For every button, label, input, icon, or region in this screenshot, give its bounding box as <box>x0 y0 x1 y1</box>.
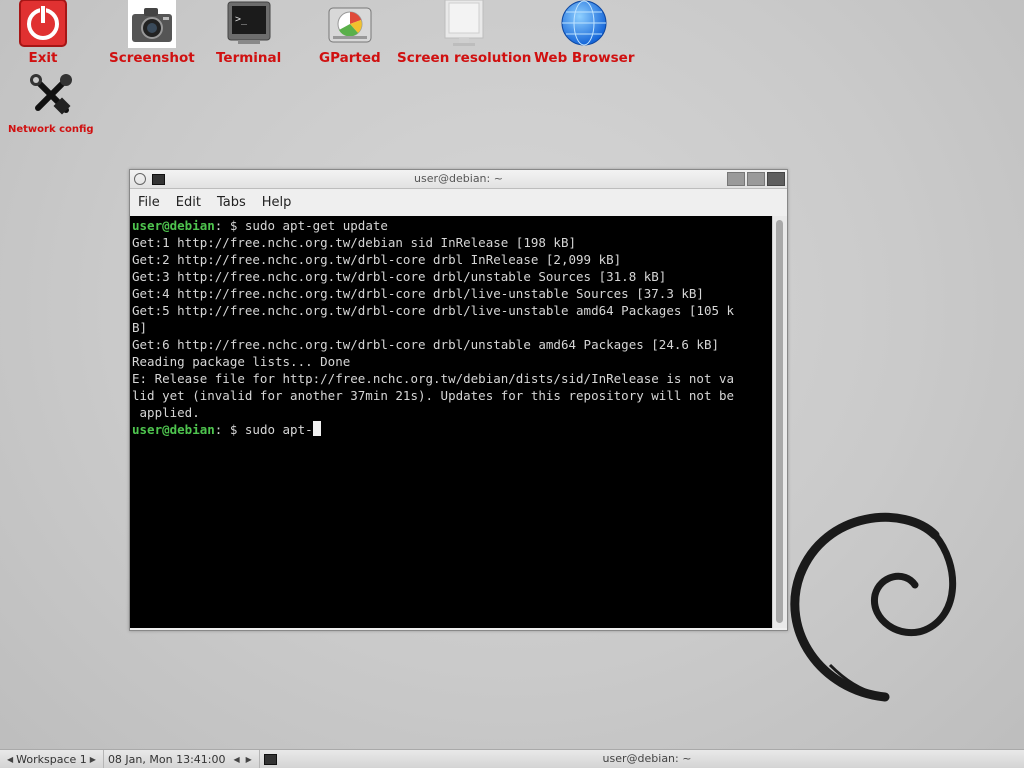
svg-text:>_: >_ <box>235 14 248 25</box>
camera-icon <box>127 0 176 48</box>
arrow-right-icon[interactable]: ▶ <box>246 755 252 764</box>
desktop-icon-label: Terminal <box>216 50 282 66</box>
debian-swirl-logo <box>785 505 965 705</box>
desktop-icon-label: Screen resolution <box>397 50 532 66</box>
output-line: applied. <box>132 405 200 420</box>
command-input[interactable]: sudo apt- <box>245 422 313 437</box>
terminal-scrollbar[interactable] <box>772 216 787 628</box>
clock[interactable]: 08 Jan, Mon 13:41:00 ◀ ▶ <box>104 750 260 768</box>
desktop-icon-screenshot[interactable]: Screenshot <box>109 0 195 66</box>
arrow-left-icon[interactable]: ◀ <box>7 755 13 764</box>
terminal-output[interactable]: user@debian: $ sudo apt-get update Get:1… <box>130 216 773 628</box>
desktop-icon-gparted[interactable]: GParted <box>319 0 381 66</box>
desktop-icon-web-browser[interactable]: Web Browser <box>534 0 634 66</box>
clock-label: 08 Jan, Mon 13:41:00 <box>107 752 226 766</box>
desktop-icon-network-config[interactable]: Network config <box>8 72 94 135</box>
window-menu-icon[interactable] <box>134 173 146 185</box>
taskbar: ◀ Workspace 1 ▶ 08 Jan, Mon 13:41:00 ◀ ▶… <box>0 749 1024 768</box>
arrow-right-icon[interactable]: ▶ <box>90 755 96 764</box>
desktop-icon-screen-resolution[interactable]: Screen resolution <box>397 0 531 66</box>
disk-icon <box>325 0 375 48</box>
desktop-icon-label: Web Browser <box>534 50 635 66</box>
maximize-button[interactable] <box>747 172 765 186</box>
tools-icon <box>26 72 76 120</box>
desktop-icon-terminal[interactable]: >_ Terminal <box>216 0 281 66</box>
desktop-icon-label: Exit <box>28 50 58 66</box>
menu-file[interactable]: File <box>130 195 168 210</box>
output-line: Get:2 http://free.nchc.org.tw/drbl-core … <box>132 252 622 267</box>
task-button-terminal[interactable]: user@debian: ~ <box>270 752 1024 765</box>
menu-edit[interactable]: Edit <box>168 195 209 210</box>
prompt-user: user@debian <box>132 218 215 233</box>
terminal-icon: >_ <box>224 0 274 48</box>
output-line: Get:6 http://free.nchc.org.tw/drbl-core … <box>132 337 719 352</box>
globe-icon <box>559 0 609 48</box>
workspace-switcher[interactable]: ◀ Workspace 1 ▶ <box>0 750 104 768</box>
desktop-icon-label: Screenshot <box>109 50 195 66</box>
output-line: Reading package lists... Done <box>132 354 351 369</box>
power-icon <box>18 0 68 48</box>
workspace-label: Workspace 1 <box>16 752 87 766</box>
prompt-symbol: : $ <box>214 218 245 233</box>
menu-tabs[interactable]: Tabs <box>209 195 254 210</box>
output-line: Get:3 http://free.nchc.org.tw/drbl-core … <box>132 269 667 284</box>
window-title: user@debian: ~ <box>414 172 503 185</box>
minimize-button[interactable] <box>727 172 745 186</box>
terminal-window[interactable]: user@debian: ~ File Edit Tabs Help user@… <box>129 169 788 631</box>
output-line: E: Release file for http://free.nchc.org… <box>132 371 735 386</box>
desktop-icon-label: GParted <box>319 50 381 66</box>
prompt-symbol: : $ <box>214 422 245 437</box>
command-line: sudo apt-get update <box>244 218 388 233</box>
prompt-user: user@debian <box>132 422 215 437</box>
monitor-icon <box>439 0 489 48</box>
output-line: Get:4 http://free.nchc.org.tw/drbl-core … <box>132 286 704 301</box>
scrollbar-thumb[interactable] <box>776 220 783 623</box>
terminal-small-icon <box>152 173 165 185</box>
output-line: Get:5 http://free.nchc.org.tw/drbl-core … <box>132 303 735 318</box>
close-button[interactable] <box>767 172 785 186</box>
output-line: Get:1 http://free.nchc.org.tw/debian sid… <box>132 235 577 250</box>
desktop-icon-exit[interactable]: Exit <box>18 0 68 66</box>
menu-help[interactable]: Help <box>254 195 300 210</box>
text-cursor <box>312 421 321 436</box>
output-line: lid yet (invalid for another 37min 21s).… <box>132 388 735 403</box>
output-line: B] <box>132 320 148 335</box>
ibeam-cursor-icon <box>470 497 478 513</box>
menu-bar: File Edit Tabs Help <box>130 189 787 217</box>
window-titlebar[interactable]: user@debian: ~ <box>130 170 787 189</box>
arrow-left-icon[interactable]: ◀ <box>233 755 239 764</box>
desktop-icon-label: Network config <box>8 124 94 135</box>
